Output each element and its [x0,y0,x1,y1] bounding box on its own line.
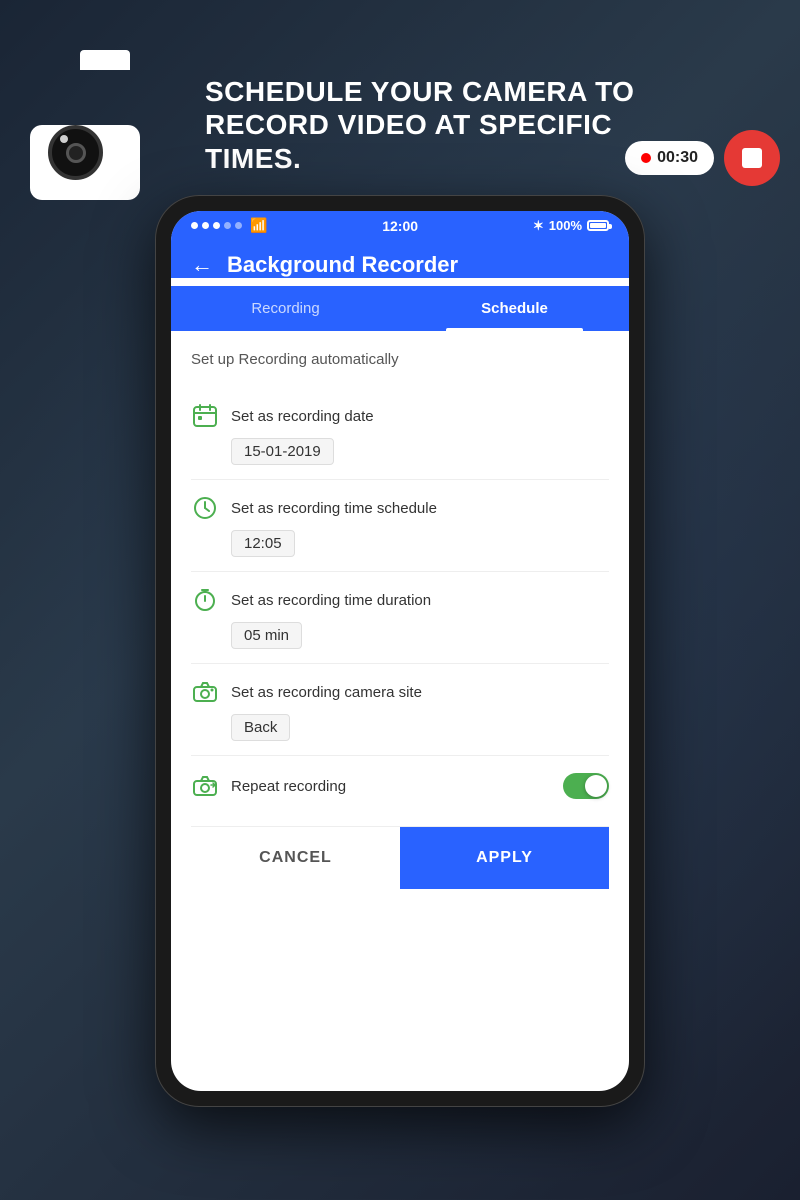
cancel-button[interactable]: CANCEL [191,827,400,889]
setting-camera-site[interactable]: Set as recording camera site Back [191,664,609,756]
clock-icon [191,494,219,522]
content: Set up Recording automatically [171,331,629,889]
camera-site-value: Back [231,714,290,741]
phone-screen: 📶 12:00 ✶ 100% ← Background Recorder [171,211,629,1091]
repeat-icon [191,772,219,800]
record-timer: 00:30 [625,141,714,175]
tab-recording[interactable]: Recording [171,286,400,331]
app-bar: ← Background Recorder [171,240,629,278]
tabs: Recording Schedule [171,286,629,331]
app-title: Background Recorder [227,252,458,278]
record-dot [641,153,651,163]
repeat-label: Repeat recording [231,778,551,795]
battery-fill [590,223,606,228]
status-left: 📶 [191,217,267,234]
phone: 📶 12:00 ✶ 100% ← Background Recorder [155,195,645,1107]
header-area: SCHEDULE YOUR CAMERA TO RECORD VIDEO AT … [0,0,800,220]
signal-dot-4 [224,222,231,229]
camera-site-icon [191,678,219,706]
status-time: 12:00 [382,218,418,234]
camera-illustration [20,40,190,210]
time-duration-label: Set as recording time duration [231,592,431,609]
signal-dot-1 [191,222,198,229]
tab-schedule[interactable]: Schedule [400,286,629,331]
wifi-icon: 📶 [250,217,267,234]
record-button[interactable] [724,130,780,186]
apply-button[interactable]: APPLY [400,827,609,889]
section-title: Set up Recording automatically [191,351,609,368]
stop-icon [742,148,762,168]
status-right: ✶ 100% [533,218,609,234]
toggle-knob [585,775,607,797]
time-schedule-value: 12:05 [231,530,295,557]
setting-recording-date[interactable]: Set as recording date 15-01-2019 [191,388,609,480]
date-label: Set as recording date [231,408,374,425]
timer-value: 00:30 [657,149,698,167]
phone-wrap: 📶 12:00 ✶ 100% ← Background Recorder [155,195,645,1107]
calendar-icon [191,402,219,430]
setting-time-duration[interactable]: Set as recording time duration 05 min [191,572,609,664]
bottom-buttons: CANCEL APPLY [191,826,609,889]
date-value: 15-01-2019 [231,438,334,465]
timer-icon [191,586,219,614]
signal-dot-2 [202,222,209,229]
signal-dot-3 [213,222,220,229]
time-schedule-label: Set as recording time schedule [231,500,437,517]
setting-repeat-recording: Repeat recording [191,756,609,816]
time-duration-value: 05 min [231,622,302,649]
battery-percent: 100% [549,218,582,233]
setting-time-schedule[interactable]: Set as recording time schedule 12:05 [191,480,609,572]
repeat-toggle[interactable] [563,773,609,799]
status-bar: 📶 12:00 ✶ 100% [171,211,629,240]
record-controls: 00:30 [625,130,780,186]
bluetooth-icon: ✶ [533,218,544,234]
battery-bar [587,220,609,231]
signal-dot-5 [235,222,242,229]
back-arrow[interactable]: ← [191,252,213,278]
camera-site-label: Set as recording camera site [231,684,422,701]
